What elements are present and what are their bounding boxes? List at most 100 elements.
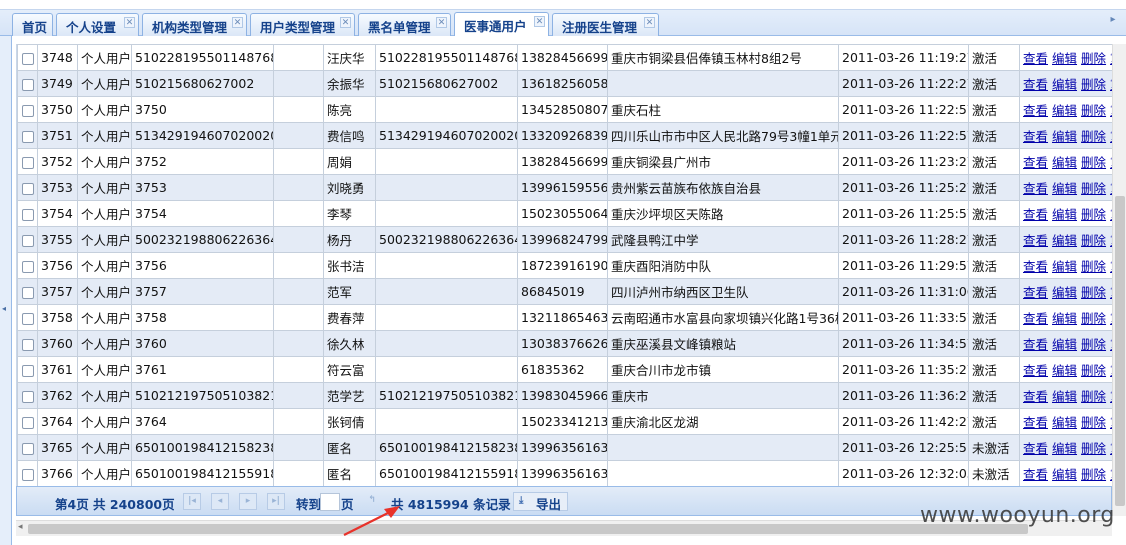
row-checkbox[interactable] bbox=[21, 312, 34, 325]
view-link[interactable]: 查看 bbox=[1023, 415, 1048, 430]
first-page-icon[interactable]: |◂ bbox=[183, 493, 201, 510]
view-link[interactable]: 查看 bbox=[1023, 77, 1048, 92]
row-checkbox[interactable] bbox=[21, 364, 34, 377]
row-checkbox[interactable] bbox=[21, 260, 34, 273]
view-link[interactable]: 查看 bbox=[1023, 337, 1048, 352]
edit-link[interactable]: 编辑 bbox=[1052, 415, 1077, 430]
tab-org-type-management[interactable]: 机构类型管理 ✕ bbox=[142, 13, 247, 36]
delete-link[interactable]: 删除 bbox=[1081, 233, 1106, 248]
row-checkbox[interactable] bbox=[21, 338, 34, 351]
horizontal-scroll-thumb[interactable] bbox=[28, 524, 1028, 534]
table-row[interactable]: 3748 个人用户 510228195501148768 汪庆华 51022819550… bbox=[17, 44, 1112, 71]
view-link[interactable]: 查看 bbox=[1023, 207, 1048, 222]
table-row[interactable]: 3760 个人用户 3760 徐久林 13038376626 重庆巫溪县文峰镇粮站 2011… bbox=[17, 330, 1112, 357]
row-checkbox[interactable] bbox=[21, 182, 34, 195]
row-checkbox[interactable] bbox=[21, 286, 34, 299]
row-checkbox[interactable] bbox=[21, 104, 34, 117]
last-page-icon[interactable]: ▸| bbox=[267, 493, 285, 510]
collapse-left-icon[interactable]: ◂ bbox=[2, 304, 6, 313]
row-checkbox[interactable] bbox=[21, 78, 34, 91]
edit-link[interactable]: 编辑 bbox=[1052, 233, 1077, 248]
row-checkbox[interactable] bbox=[21, 234, 34, 247]
delete-link[interactable]: 删除 bbox=[1081, 259, 1106, 274]
table-row[interactable]: 3764 个人用户 3764 张钶倩 15023341213 重庆渝北区龙湖 2011-03… bbox=[17, 408, 1112, 435]
edit-link[interactable]: 编辑 bbox=[1052, 129, 1077, 144]
delete-link[interactable]: 删除 bbox=[1081, 129, 1106, 144]
view-link[interactable]: 查看 bbox=[1023, 285, 1048, 300]
close-icon[interactable]: ✕ bbox=[232, 17, 243, 28]
table-row[interactable]: 3762 个人用户 510212197505103821 范学艺 51021219750… bbox=[17, 382, 1112, 409]
row-checkbox[interactable] bbox=[21, 130, 34, 143]
delete-link[interactable]: 删除 bbox=[1081, 103, 1106, 118]
tab-personal-settings[interactable]: 个人设置 ✕ bbox=[56, 13, 139, 36]
view-link[interactable]: 查看 bbox=[1023, 363, 1048, 378]
row-checkbox[interactable] bbox=[21, 468, 34, 481]
prev-page-icon[interactable]: ◂ bbox=[211, 493, 229, 510]
table-row[interactable]: 3750 个人用户 3750 陈亮 13452850807 重庆石柱 2011-03-26 … bbox=[17, 96, 1112, 123]
edit-link[interactable]: 编辑 bbox=[1052, 207, 1077, 222]
edit-link[interactable]: 编辑 bbox=[1052, 337, 1077, 352]
export-button[interactable]: ⤓ 导出 bbox=[513, 492, 569, 512]
table-row[interactable]: 3751 个人用户 513429194607020020 费信鸣 51342919460… bbox=[17, 122, 1112, 149]
row-checkbox[interactable] bbox=[21, 52, 34, 65]
collapse-panel-edge[interactable]: ◂ bbox=[0, 36, 12, 545]
table-row[interactable]: 3757 个人用户 3757 范军 86845019 四川泸州市纳西区卫生队 2011-03… bbox=[17, 278, 1112, 305]
delete-link[interactable]: 删除 bbox=[1081, 77, 1106, 92]
delete-link[interactable]: 删除 bbox=[1081, 389, 1106, 404]
edit-link[interactable]: 编辑 bbox=[1052, 51, 1077, 66]
view-link[interactable]: 查看 bbox=[1023, 467, 1048, 482]
delete-link[interactable]: 删除 bbox=[1081, 155, 1106, 170]
delete-link[interactable]: 删除 bbox=[1081, 51, 1106, 66]
view-link[interactable]: 查看 bbox=[1023, 51, 1048, 66]
delete-link[interactable]: 删除 bbox=[1081, 337, 1106, 352]
delete-link[interactable]: 删除 bbox=[1081, 415, 1106, 430]
view-link[interactable]: 查看 bbox=[1023, 441, 1048, 456]
table-row[interactable]: 3755 个人用户 500232198806226364 杨丹 500232198806… bbox=[17, 226, 1112, 253]
edit-link[interactable]: 编辑 bbox=[1052, 363, 1077, 378]
tab-blacklist-management[interactable]: 黑名单管理 ✕ bbox=[358, 13, 451, 36]
next-page-icon[interactable]: ▸ bbox=[239, 493, 257, 510]
row-checkbox[interactable] bbox=[21, 156, 34, 169]
vertical-scroll-thumb[interactable] bbox=[1115, 196, 1125, 506]
view-link[interactable]: 查看 bbox=[1023, 181, 1048, 196]
row-checkbox[interactable] bbox=[21, 442, 34, 455]
tab-home[interactable]: 首页 bbox=[12, 13, 53, 36]
table-row[interactable]: 3766 个人用户 650100198412155918 匿名 650100198412… bbox=[17, 460, 1112, 486]
row-checkbox[interactable] bbox=[21, 390, 34, 403]
row-checkbox[interactable] bbox=[21, 208, 34, 221]
tab-scroll-right-icon[interactable]: ▸ bbox=[1106, 14, 1120, 30]
table-row[interactable]: 3756 个人用户 3756 张书洁 18723916190 重庆酉阳消防中队 2011-0… bbox=[17, 252, 1112, 279]
close-icon[interactable]: ✕ bbox=[436, 17, 447, 28]
edit-link[interactable]: 编辑 bbox=[1052, 389, 1077, 404]
row-checkbox[interactable] bbox=[21, 416, 34, 429]
vertical-scrollbar[interactable] bbox=[1112, 44, 1126, 516]
delete-link[interactable]: 删除 bbox=[1081, 441, 1106, 456]
scroll-left-icon[interactable]: ◂ bbox=[18, 522, 23, 532]
view-link[interactable]: 查看 bbox=[1023, 155, 1048, 170]
delete-link[interactable]: 删除 bbox=[1081, 285, 1106, 300]
view-link[interactable]: 查看 bbox=[1023, 259, 1048, 274]
table-row[interactable]: 3753 个人用户 3753 刘晓勇 13996159556 贵州紫云苗族布依族自治县 20… bbox=[17, 174, 1112, 201]
close-icon[interactable]: ✕ bbox=[340, 17, 351, 28]
view-link[interactable]: 查看 bbox=[1023, 103, 1048, 118]
close-icon[interactable]: ✕ bbox=[644, 17, 655, 28]
close-icon[interactable]: ✕ bbox=[124, 17, 135, 28]
edit-link[interactable]: 编辑 bbox=[1052, 467, 1077, 482]
edit-link[interactable]: 编辑 bbox=[1052, 103, 1077, 118]
tab-registered-doctor-management[interactable]: 注册医生管理 ✕ bbox=[552, 13, 659, 36]
table-row[interactable]: 3765 个人用户 650100198412158238 匿名 650100198412… bbox=[17, 434, 1112, 461]
delete-link[interactable]: 删除 bbox=[1081, 467, 1106, 482]
delete-link[interactable]: 删除 bbox=[1081, 311, 1106, 326]
edit-link[interactable]: 编辑 bbox=[1052, 155, 1077, 170]
delete-link[interactable]: 删除 bbox=[1081, 207, 1106, 222]
close-icon[interactable]: ✕ bbox=[534, 16, 545, 27]
edit-link[interactable]: 编辑 bbox=[1052, 311, 1077, 326]
edit-link[interactable]: 编辑 bbox=[1052, 441, 1077, 456]
table-row[interactable]: 3754 个人用户 3754 李琴 15023055064 重庆沙坪坝区天陈路 2011-0… bbox=[17, 200, 1112, 227]
view-link[interactable]: 查看 bbox=[1023, 129, 1048, 144]
edit-link[interactable]: 编辑 bbox=[1052, 259, 1077, 274]
table-row[interactable]: 3761 个人用户 3761 符云富 61835362 重庆合川市龙市镇 2011-03-2… bbox=[17, 356, 1112, 383]
edit-link[interactable]: 编辑 bbox=[1052, 77, 1077, 92]
delete-link[interactable]: 删除 bbox=[1081, 363, 1106, 378]
edit-link[interactable]: 编辑 bbox=[1052, 181, 1077, 196]
